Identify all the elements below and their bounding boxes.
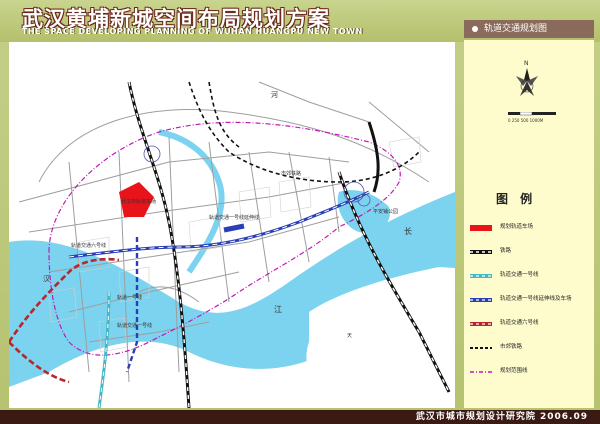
line1-ext-symbol	[470, 298, 492, 302]
map-label-line1: 轨道交通一号线	[117, 323, 153, 329]
map-svg	[9, 81, 455, 408]
legend-panel: N 0 250 500 1000M 图 例 规划轨道车场 铁路 轨道交通一号线 …	[464, 40, 594, 408]
line6-symbol	[470, 322, 492, 326]
map-label-river: 江	[274, 305, 282, 314]
page-frame: 武汉黄埔新城空间布局规划方案 THE SPACE DEVELOPING PLAN…	[0, 0, 600, 424]
legend-label: 轨道交通一号线	[500, 272, 539, 278]
line1-symbol	[470, 274, 492, 278]
suburban-rail	[188, 81, 420, 183]
map-label-depot: 武汉市轨道车场	[121, 199, 157, 205]
legend-item-line6: 轨道交通六号线	[470, 317, 592, 331]
legend-label: 轨道交通一号线延伸线及车场	[500, 296, 572, 302]
map-label-line6: 轨道交通六号线	[71, 243, 107, 249]
map-label-tiantai: 天	[347, 333, 353, 339]
legend-item-line1-ext: 轨道交通一号线延伸线及车场	[470, 293, 592, 307]
map-label-suburban: 市郊铁路	[281, 171, 302, 177]
depot-symbol	[470, 225, 492, 231]
legend-label: 规划轨道车场	[500, 224, 534, 230]
map-label-line1-ext: 轨道交通一号线延伸线	[209, 215, 260, 221]
legend-item-line1: 轨道交通一号线	[470, 269, 592, 283]
map-label-hanjiang: 汉	[43, 275, 50, 283]
suburban-symbol	[470, 347, 492, 349]
panel-title-label: 轨道交通规划图	[484, 24, 548, 34]
boundary-symbol	[470, 371, 492, 373]
north-label: N	[524, 60, 529, 67]
suburban-rail-branch	[208, 81, 240, 148]
legend-item-boundary: 规划范围线	[470, 365, 592, 379]
railway-symbol	[470, 250, 492, 254]
legend-label: 轨道交通六号线	[500, 320, 539, 326]
map-label-line1-b: 轨道一号线	[117, 295, 143, 301]
panel-title: 轨道交通规划图	[464, 20, 594, 38]
bullet-icon	[472, 25, 478, 32]
legend-label: 规划范围线	[500, 368, 528, 374]
line1-depot-bar	[223, 223, 245, 233]
north-arrow-icon	[516, 68, 538, 96]
scale-label: 0 250 500 1000M	[508, 118, 544, 123]
legend-item-depot: 规划轨道车场	[470, 221, 592, 235]
footer-bar: 武汉市城市规划设计研究院 2006.09	[0, 410, 600, 424]
legend-label: 铁路	[500, 248, 512, 254]
map-canvas[interactable]: 武汉市轨道车场 轨道交通六号线 轨道交通一号线延伸线 轨道一号线 轨道交通一号线…	[9, 42, 455, 408]
legend-heading: 图 例	[496, 192, 537, 206]
map-label-river-right: 河	[271, 91, 278, 99]
page-subtitle: THE SPACE DEVELOPING PLANNING OF WUHAN H…	[22, 27, 363, 36]
legend-item-suburban: 市郊铁路	[470, 341, 592, 355]
legend-label: 市郊铁路	[500, 344, 523, 350]
map-label-pingan: 平安铺公园	[373, 209, 399, 215]
map-label-yangtze: 长	[404, 227, 412, 236]
footer-org: 武汉市城市规划设计研究院 2006.09	[415, 412, 588, 422]
railway-north	[367, 121, 380, 193]
legend-item-railway: 铁路	[470, 245, 592, 259]
